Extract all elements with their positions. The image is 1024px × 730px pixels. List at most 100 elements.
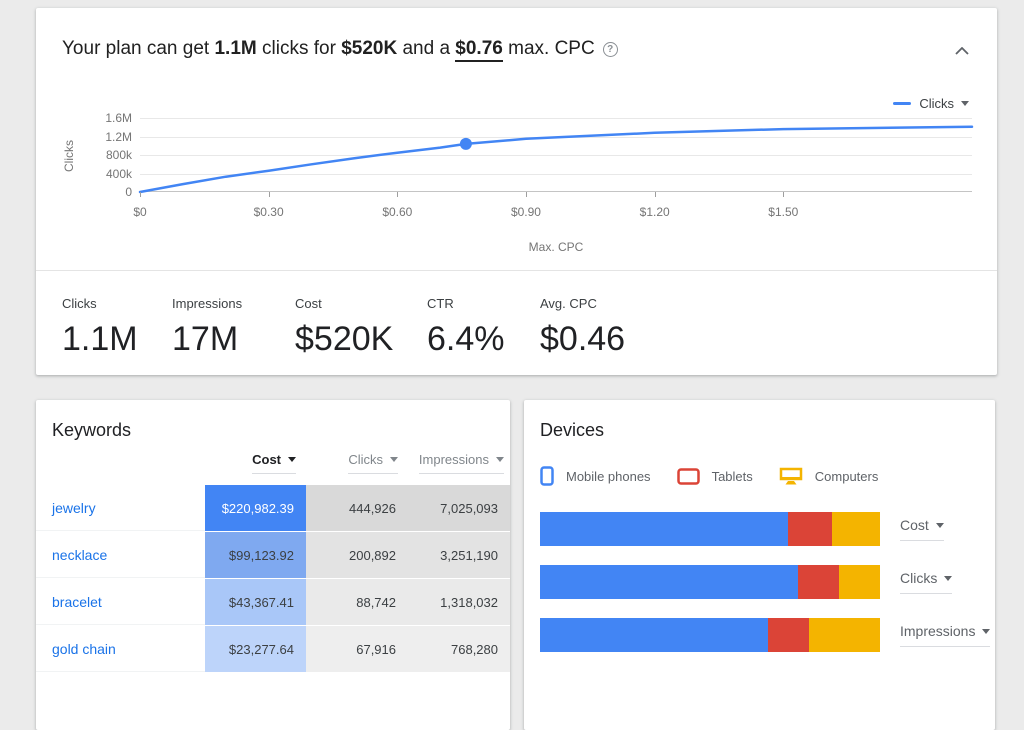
segment-mobile — [540, 618, 768, 652]
cost-cell: $23,277.64 — [205, 626, 306, 672]
clicks-cell: 444,926 — [306, 485, 408, 531]
chevron-down-icon — [944, 576, 952, 581]
devices-bars: Cost Clicks — [540, 512, 990, 671]
mobile-phone-icon — [540, 466, 554, 486]
bar-metric-label: Clicks — [900, 570, 937, 586]
title-text: Your plan can get — [62, 38, 214, 59]
sort-cost-dropdown[interactable]: Cost — [252, 452, 296, 474]
metric-avg-cpc: Avg. CPC $0.46 — [540, 296, 625, 359]
forecast-metrics-row: Clicks 1.1M Impressions 17M Cost $520K C… — [62, 296, 625, 359]
segment-computer — [832, 512, 880, 546]
chart-plot-area — [140, 118, 972, 192]
keyword-link[interactable]: necklace — [36, 532, 205, 578]
x-tick-label: $1.20 — [640, 205, 670, 219]
stacked-bar-clicks — [540, 565, 880, 599]
stacked-bar-cost — [540, 512, 880, 546]
plan-point-marker[interactable] — [460, 138, 472, 150]
y-tick-label: 400k — [106, 167, 132, 181]
device-bar-row-cost: Cost — [540, 512, 990, 546]
metric-value: 1.1M — [62, 320, 172, 359]
y-tick-label: 0 — [125, 185, 132, 199]
keywords-table: jewelry $220,982.39 444,926 7,025,093 ne… — [36, 485, 510, 673]
divider — [36, 270, 997, 271]
legend-label: Clicks — [919, 96, 954, 111]
column-header-label: Cost — [252, 452, 281, 467]
bar-metric-label: Cost — [900, 517, 929, 533]
stacked-bar-impressions — [540, 618, 880, 652]
metric-label: Avg. CPC — [540, 296, 625, 311]
table-row: gold chain $23,277.64 67,916 768,280 — [36, 626, 510, 672]
y-tick-label: 1.2M — [105, 130, 132, 144]
title-text: clicks for — [257, 38, 341, 59]
title-text: max. CPC — [503, 38, 595, 59]
devices-title: Devices — [540, 420, 604, 441]
sort-clicks-dropdown[interactable]: Clicks — [348, 452, 398, 474]
clicks-cell: 200,892 — [306, 532, 408, 578]
cost-metric-dropdown[interactable]: Cost — [900, 517, 944, 541]
keyword-link[interactable]: gold chain — [36, 626, 205, 672]
chevron-up-icon — [955, 47, 969, 55]
title-max-cpc-value[interactable]: $0.76 — [455, 38, 503, 62]
impressions-metric-dropdown[interactable]: Impressions — [900, 623, 990, 647]
computer-icon — [779, 467, 803, 486]
metric-label: Clicks — [62, 296, 172, 311]
metric-value: 17M — [172, 320, 295, 359]
segment-computer — [809, 618, 880, 652]
y-tick-label: 1.6M — [105, 111, 132, 125]
x-tick-label: $0 — [133, 205, 146, 219]
keyword-link[interactable]: jewelry — [36, 485, 205, 531]
x-tick-label: $0.30 — [254, 205, 284, 219]
tablet-icon — [677, 468, 700, 485]
clicks-cell: 88,742 — [306, 579, 408, 625]
clicks-curve-line — [140, 127, 972, 192]
impressions-cell: 7,025,093 — [408, 485, 510, 531]
title-text: and a — [397, 38, 455, 59]
impressions-cell: 768,280 — [408, 626, 510, 672]
chevron-down-icon — [936, 523, 944, 528]
chevron-down-icon — [982, 629, 990, 634]
keyword-link[interactable]: bracelet — [36, 579, 205, 625]
metric-clicks: Clicks 1.1M — [62, 296, 172, 359]
segment-tablet — [798, 565, 839, 599]
clicks-metric-dropdown[interactable]: Clicks — [900, 570, 952, 594]
column-header-label: Clicks — [348, 452, 383, 467]
metric-value: $0.46 — [540, 320, 625, 359]
metric-value: $520K — [295, 320, 427, 359]
segment-computer — [839, 565, 880, 599]
legend-computers: Computers — [779, 467, 879, 486]
chevron-down-icon — [961, 101, 969, 106]
clicks-cell: 67,916 — [306, 626, 408, 672]
x-axis-ticks — [140, 192, 972, 197]
devices-legend: Mobile phones Tablets Computers — [540, 466, 904, 486]
title-cost-value: $520K — [341, 38, 397, 59]
y-tick-label: 800k — [106, 148, 132, 162]
device-bar-row-clicks: Clicks — [540, 565, 990, 599]
legend-label: Computers — [815, 469, 879, 484]
cost-cell: $99,123.92 — [205, 532, 306, 578]
x-tick-label: $1.50 — [768, 205, 798, 219]
metric-label: Impressions — [172, 296, 295, 311]
metric-impressions: Impressions 17M — [172, 296, 295, 359]
title-clicks-value: 1.1M — [214, 38, 256, 59]
keywords-title: Keywords — [52, 420, 131, 441]
metric-value: 6.4% — [427, 320, 540, 359]
metric-cost: Cost $520K — [295, 296, 427, 359]
segment-tablet — [768, 618, 809, 652]
column-header-label: Impressions — [419, 452, 489, 467]
legend-series-dash — [893, 102, 911, 105]
sort-impressions-dropdown[interactable]: Impressions — [419, 452, 504, 474]
keywords-card: Keywords Cost Clicks Impressions jewelry… — [36, 400, 510, 730]
clicks-legend-dropdown[interactable]: Clicks — [893, 96, 969, 111]
help-icon[interactable]: ? — [603, 42, 618, 57]
impressions-cell: 1,318,032 — [408, 579, 510, 625]
devices-card: Devices Mobile phones Tablets Computers — [524, 400, 995, 730]
forecast-title: Your plan can get 1.1M clicks for $520K … — [62, 38, 618, 60]
table-row: necklace $99,123.92 200,892 3,251,190 — [36, 532, 510, 578]
collapse-panel-button[interactable] — [955, 42, 969, 60]
legend-label: Tablets — [712, 469, 753, 484]
cost-cell: $43,367.41 — [205, 579, 306, 625]
chevron-down-icon — [288, 457, 296, 462]
cost-cell: $220,982.39 — [205, 485, 306, 531]
legend-tablets: Tablets — [677, 468, 753, 485]
device-bar-row-impressions: Impressions — [540, 618, 990, 652]
